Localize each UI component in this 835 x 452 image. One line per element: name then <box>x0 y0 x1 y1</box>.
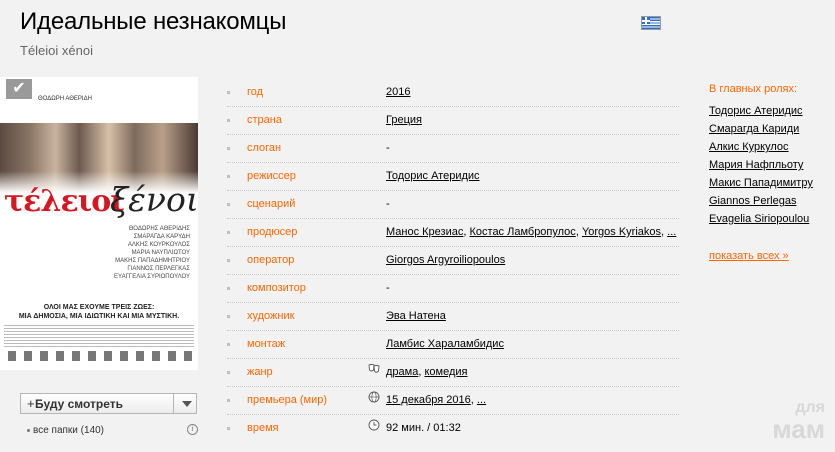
info-row-time: время 92 мин. / 01:32 <box>227 415 679 443</box>
info-label: премьера (мир) <box>247 394 328 406</box>
info-row-country: страна Греция <box>227 107 679 135</box>
info-row-producer: продюсер Манос Крезиас, Костас Ламбропуло… <box>227 219 679 247</box>
info-label: оператор <box>247 254 295 266</box>
writer-value: - <box>386 198 390 210</box>
poster-tagline: ΟΛΟΙ ΜΑΣ ΕΧΟΥΜΕ ΤΡΕΙΣ ΖΩΕΣ: ΜΙΑ ΔΗΜΟΣΙΑ, … <box>18 304 180 320</box>
actor-link[interactable]: Мария Нафпльоту <box>709 156 813 174</box>
bullet-icon <box>227 147 230 150</box>
info-row-composer: композитор - <box>227 275 679 303</box>
info-label: монтаж <box>247 338 286 350</box>
greek-flag-icon[interactable] <box>641 16 661 30</box>
actor-link[interactable]: Алкис Куркулос <box>709 138 813 156</box>
actor-link[interactable]: Evagelia Siriopoulou <box>709 210 813 228</box>
operator-link[interactable]: Giorgos Argyroiliopoulos <box>386 254 505 266</box>
info-label: год <box>247 86 264 98</box>
poster-names: ΘΟΔΩΡΗΣ ΑΘΕΡΙΔΗΣ ΣΜΑΡΑΓΔΑ ΚΑΡΥΔΗ ΑΛΚΗΣ ΚΟΥ… <box>114 226 190 280</box>
info-row-editing: монтаж Ламбис Хараламбидис <box>227 331 679 359</box>
bullet-icon <box>27 428 30 432</box>
original-title: Téleioi xénoi <box>20 43 93 58</box>
editing-link[interactable]: Ламбис Хараламбидис <box>386 338 504 350</box>
artist-link[interactable]: Эва Натена <box>386 310 446 322</box>
poster-logo-red: τέλειοι <box>4 184 125 219</box>
info-label: художник <box>247 310 295 322</box>
actor-link[interactable]: Смарагда Кариди <box>709 120 813 138</box>
premiere-more-link[interactable]: ... <box>477 394 486 406</box>
movie-info-table: год 2016 страна Греция слоган - режиссер Тод… <box>227 79 679 443</box>
info-label: режиссер <box>247 170 296 182</box>
chevron-right-icon: » <box>782 250 789 262</box>
poster-sponsor-logos <box>4 351 194 361</box>
bullet-icon <box>227 343 230 346</box>
bullet-icon <box>227 119 230 122</box>
show-all-cast-link[interactable]: показать всех » <box>709 250 813 262</box>
bullet-icon <box>227 91 230 94</box>
info-row-premiere: премьера (мир) 15 декабря 2016, ... <box>227 387 679 415</box>
bullet-icon <box>227 287 230 290</box>
actor-link[interactable]: Giannos Perlegas <box>709 192 813 210</box>
button-divider <box>173 394 174 413</box>
bullet-icon <box>227 259 230 262</box>
info-row-year: год 2016 <box>227 79 679 107</box>
poster-fine-print <box>4 323 194 347</box>
year-link[interactable]: 2016 <box>386 86 410 98</box>
info-label: страна <box>247 114 282 126</box>
info-row-operator: оператор Giorgos Argyroiliopoulos <box>227 247 679 275</box>
info-icon[interactable]: i <box>187 424 198 435</box>
cast-heading: В главных ролях: <box>709 83 798 95</box>
clock-icon <box>368 419 380 431</box>
bullet-icon <box>227 315 230 318</box>
movie-poster[interactable]: ✔ ΘΟΔΩΡΗ ΑΘΕΡΙΔΗ τέλειοι ξένοι ΘΟΔΩΡΗΣ Α… <box>0 77 198 370</box>
info-label: жанр <box>247 366 273 378</box>
globe-icon <box>368 391 380 403</box>
want-to-watch-label: Буду смотреть <box>35 397 124 411</box>
actor-link[interactable]: Тодорис Атеридис <box>709 102 813 120</box>
premiere-link[interactable]: 15 декабря 2016 <box>386 394 471 406</box>
poster-credit: ΘΟΔΩΡΗ ΑΘΕΡΙΔΗ <box>38 96 92 102</box>
genre-link[interactable]: комедия <box>424 366 467 378</box>
info-label: композитор <box>247 282 306 294</box>
bullet-icon <box>227 231 230 234</box>
info-label: время <box>247 422 279 434</box>
producer-more-link[interactable]: ... <box>667 226 676 238</box>
producer-link[interactable]: Костас Ламбропулос <box>470 226 576 238</box>
director-link[interactable]: Тодорис Атеридис <box>386 170 480 182</box>
bullet-icon <box>227 399 230 402</box>
watermark-logo: для мам <box>772 399 825 444</box>
info-row-director: режиссер Тодорис Атеридис <box>227 163 679 191</box>
bullet-icon <box>227 203 230 206</box>
slogan-value: - <box>386 142 390 154</box>
plus-icon: + <box>27 396 35 411</box>
info-row-slogan: слоган - <box>227 135 679 163</box>
actor-link[interactable]: Макис Пападимитру <box>709 174 813 192</box>
producer-link[interactable]: Yorgos Kyriakos <box>582 226 661 238</box>
info-label: сценарий <box>247 198 296 210</box>
info-row-genre: жанр драма, комедия <box>227 359 679 387</box>
main-cast: В главных ролях: Тодорис Атеридис Смараг… <box>709 83 813 262</box>
page-title: Идеальные незнакомцы <box>20 8 287 35</box>
country-link[interactable]: Греция <box>386 114 422 126</box>
info-label: продюсер <box>247 226 298 238</box>
composer-value: - <box>386 282 390 294</box>
poster-logo-black: ξένοι <box>110 180 198 219</box>
bullet-icon <box>227 427 230 430</box>
info-row-writer: сценарий - <box>227 191 679 219</box>
info-label: слоган <box>247 142 282 154</box>
all-folders-link[interactable]: все папки (140) <box>27 425 104 436</box>
checkmark-icon[interactable]: ✔ <box>6 79 32 99</box>
info-row-artist: художник Эва Натена <box>227 303 679 331</box>
producer-link[interactable]: Манос Крезиас <box>386 226 463 238</box>
runtime-value: 92 мин. / 01:32 <box>386 422 461 434</box>
masks-icon <box>368 364 380 373</box>
bullet-icon <box>227 175 230 178</box>
dropdown-arrow-icon[interactable] <box>182 401 192 407</box>
want-to-watch-button[interactable]: + Буду смотреть <box>20 393 197 414</box>
bullet-icon <box>227 371 230 374</box>
genre-link[interactable]: драма <box>386 366 418 378</box>
